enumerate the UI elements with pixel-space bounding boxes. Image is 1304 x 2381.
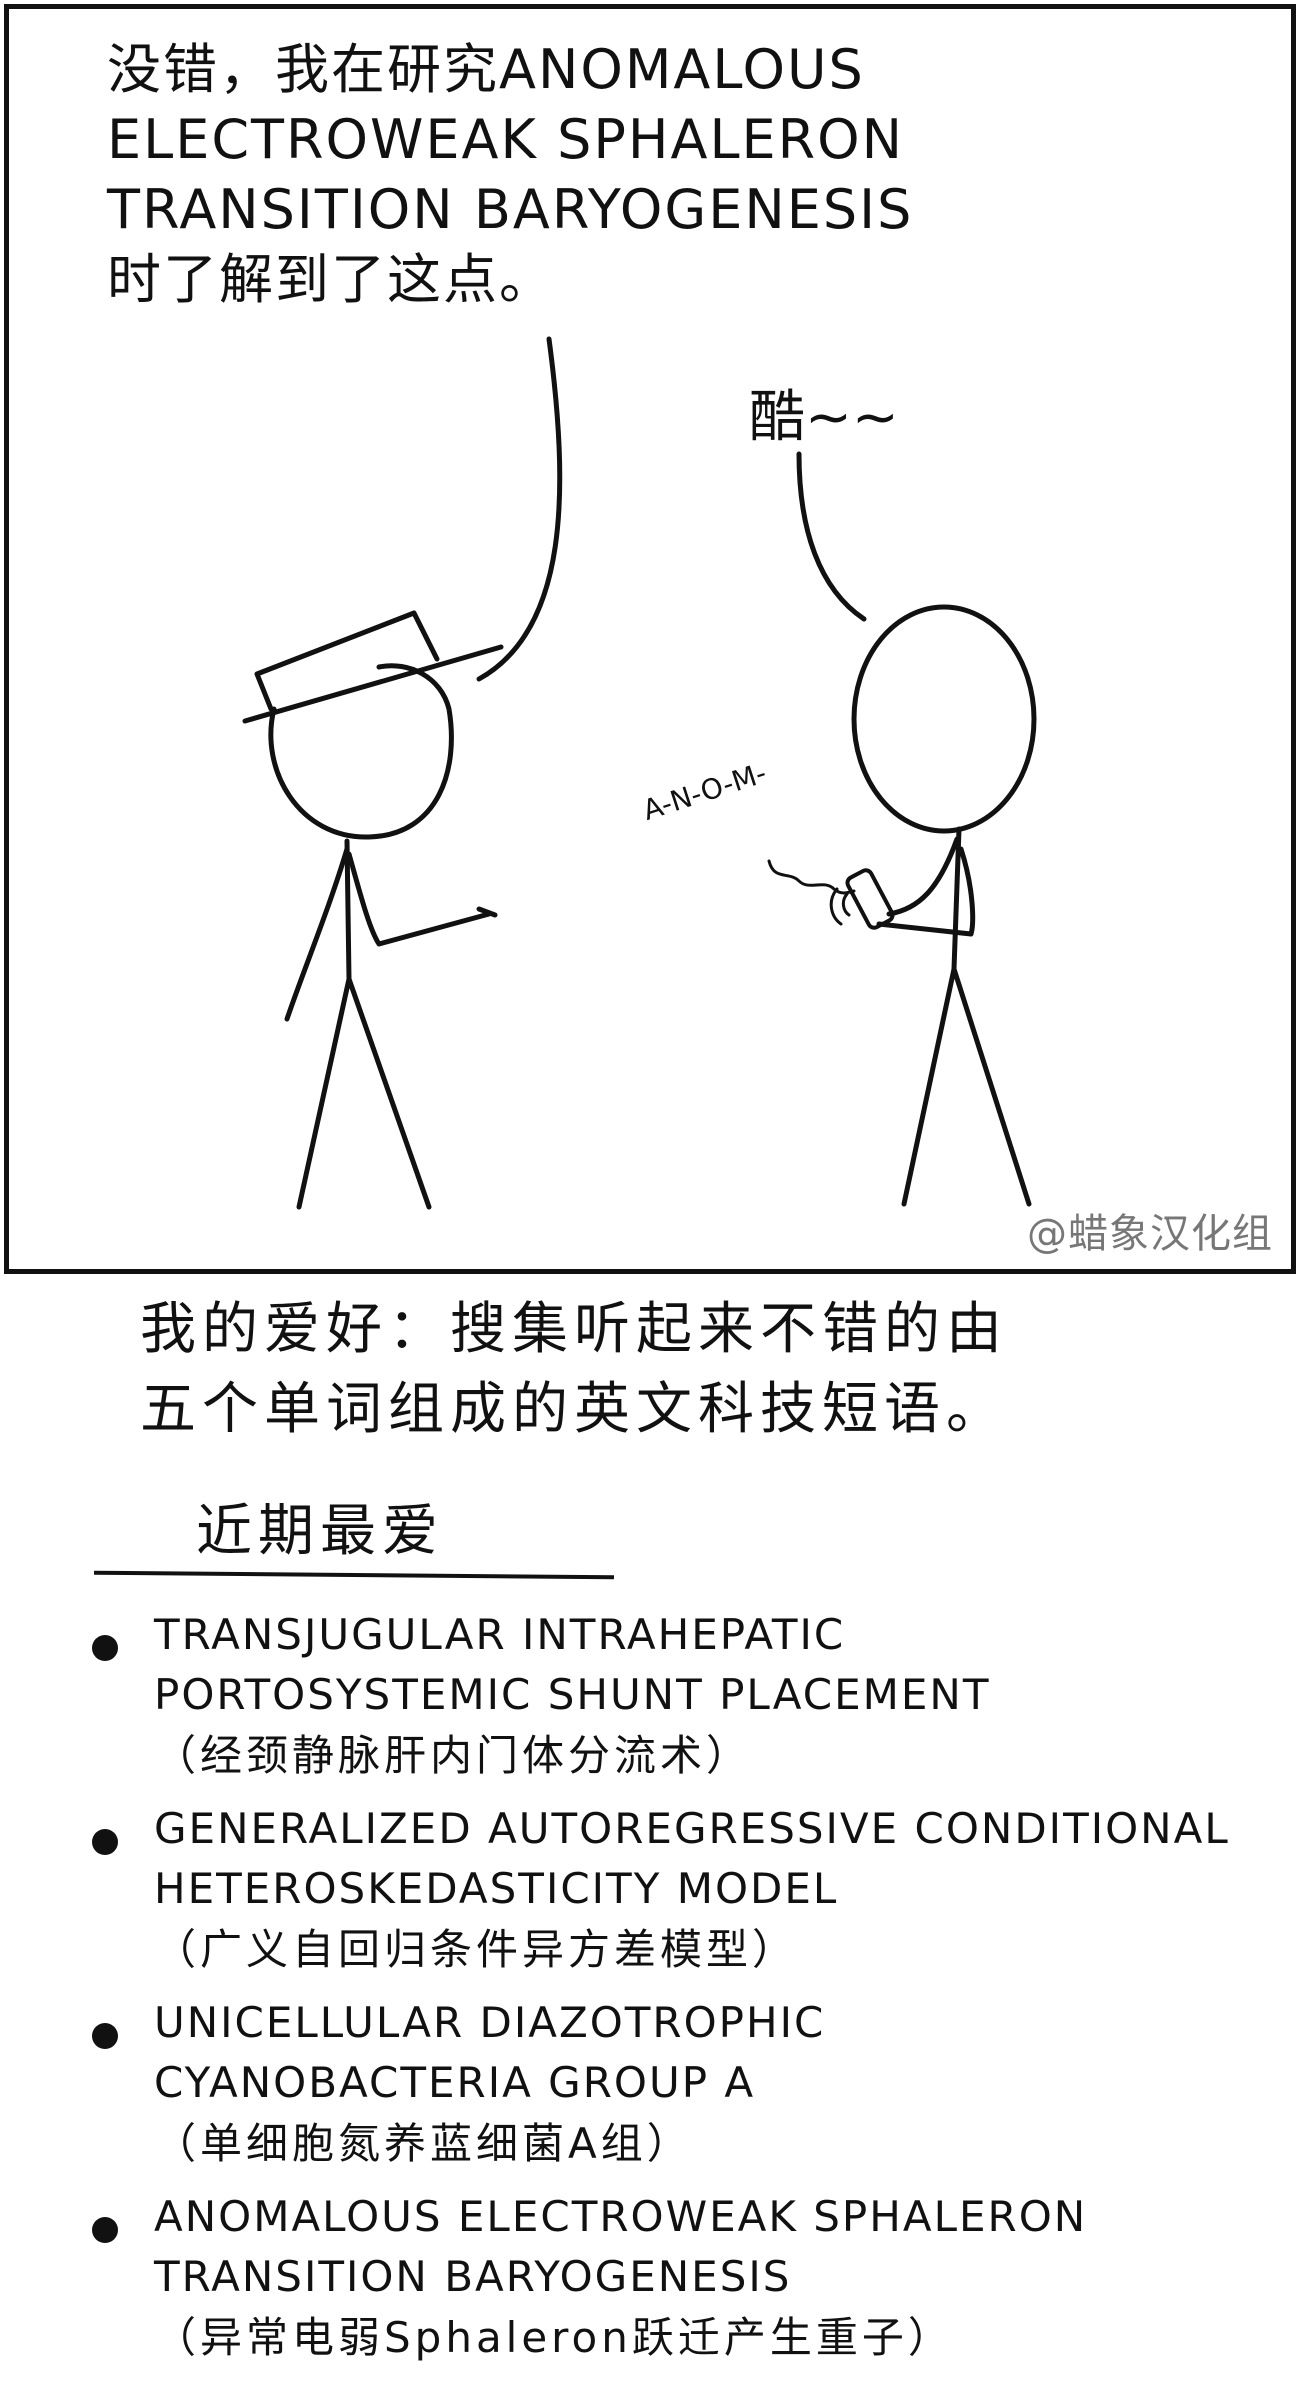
speech-bubble-left: 没错，我在研究ANOMALOUS ELECTROWEAK SPHALERON T… [107, 35, 1007, 315]
phone-figure-left-leg [901, 966, 957, 1207]
phone-figure-right-leg [951, 966, 1032, 1207]
phrase-zh: （单细胞氮养蓝细菌A组） [154, 2119, 693, 2168]
comic-panel: 没错，我在研究ANOMALOUS ELECTROWEAK SPHALERON T… [4, 4, 1296, 1274]
phrase-en: TRANSITION BARYOGENESIS [154, 2252, 792, 2301]
favorites-list: TRANSJUGULAR INTRAHEPATIC PORTOSYSTEMIC … [84, 1605, 1284, 2381]
hat-figure-left-leg [296, 976, 352, 1210]
hat-figure-head [268, 663, 454, 840]
favorites-heading: 近期最爱 [196, 1499, 444, 1564]
hat-figure [242, 610, 504, 1210]
phrase-en: UNICELLULAR DIAZOTROPHIC [154, 1998, 826, 2047]
phone [845, 868, 895, 930]
phrase-zh: （经颈静脉肝内门体分流术） [154, 1731, 753, 1780]
bullet-icon [92, 1829, 118, 1855]
phrase-en: HETEROSKEDASTICITY MODEL [154, 1864, 839, 1913]
hat-crown [254, 610, 440, 712]
speech-bubble-right: 酷~~ [749, 385, 899, 450]
bullet-icon [92, 1635, 118, 1661]
list-item: TRANSJUGULAR INTRAHEPATIC PORTOSYSTEMIC … [84, 1605, 1284, 1787]
speech-tail-left [476, 336, 563, 682]
phrase-en: TRANSJUGULAR INTRAHEPATIC [154, 1610, 846, 1659]
speech-line: 没错，我在研究ANOMALOUS [107, 38, 865, 101]
caption-line: 五个单词组成的英文科技短语。 [140, 1377, 1008, 1442]
phone-figure-head [851, 604, 1037, 834]
list-item: GENERALIZED AUTOREGRESSIVE CONDITIONAL H… [84, 1799, 1284, 1981]
speech-line: TRANSITION BARYOGENESIS [107, 178, 914, 241]
hat-figure-right-leg [346, 976, 432, 1210]
phrase-en: ANOMALOUS ELECTROWEAK SPHALERON [154, 2192, 1088, 2241]
speech-line: ELECTROWEAK SPHALERON [107, 108, 905, 171]
typing-squiggle [767, 859, 856, 895]
list-item: ANOMALOUS ELECTROWEAK SPHALERON TRANSITI… [84, 2187, 1284, 2369]
phrase-zh: （异常电弱Sphaleron跃迁产生重子） [154, 2313, 954, 2362]
phone-figure [767, 604, 1037, 1207]
bullet-icon [92, 2217, 118, 2243]
bullet-icon [92, 2023, 118, 2049]
hat-brim [242, 644, 504, 724]
heading-underline [93, 1570, 615, 1580]
phone-figure-left-arm [886, 836, 960, 917]
hat-figure-right-arm [346, 851, 492, 947]
caption: 我的爱好：搜集听起来不错的由 五个单词组成的英文科技短语。 [140, 1290, 1220, 1450]
caption-line: 我的爱好：搜集听起来不错的由 [140, 1297, 1008, 1362]
phrase-en: GENERALIZED AUTOREGRESSIVE CONDITIONAL [154, 1804, 1230, 1853]
hat-figure-left-arm [284, 846, 350, 1022]
speech-tail-right [796, 451, 867, 622]
speech-line: 时了解到了这点。 [107, 248, 555, 311]
phrase-en: CYANOBACTERIA GROUP A [154, 2058, 756, 2107]
phrase-zh: （广义自回归条件异方差模型） [154, 1925, 799, 1974]
watermark: @蜡象汉化组 [1027, 1211, 1273, 1257]
list-item: UNICELLULAR DIAZOTROPHIC CYANOBACTERIA G… [84, 1993, 1284, 2175]
phrase-en: PORTOSYSTEMIC SHUNT PLACEMENT [154, 1670, 991, 1719]
